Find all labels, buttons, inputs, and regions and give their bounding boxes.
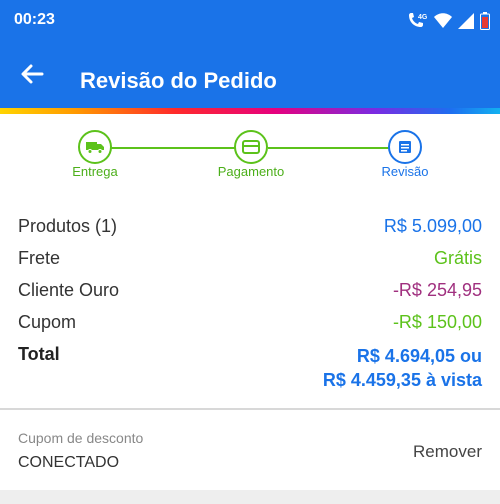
- coupon-code: CONECTADO: [18, 454, 120, 471]
- coupon-label: Cupom de desconto: [18, 430, 144, 446]
- step-label-revisao: Revisão: [381, 164, 429, 179]
- app-bar: Revisão do Pedido: [0, 42, 500, 108]
- wifi-icon: [434, 13, 452, 28]
- products-label: Produtos (1): [18, 216, 118, 236]
- status-time: 00:23: [14, 11, 55, 28]
- total-value: R$ 4.694,05 ou R$ 4.459,35 à vista: [323, 344, 482, 392]
- gold-label: Cliente Ouro: [18, 280, 120, 300]
- summary-row-shipping: Frete Grátis: [18, 248, 482, 272]
- card-icon: [242, 140, 260, 154]
- summary-row-products: Produtos (1) R$ 5.099,00: [18, 216, 482, 240]
- page-title: Revisão do Pedido: [80, 68, 277, 93]
- status-bar: 00:23 4G: [0, 0, 500, 42]
- shipping-value: Grátis: [433, 248, 482, 268]
- shipping-label: Frete: [18, 248, 61, 268]
- coupon-section: Cupom de desconto CONECTADO Remover: [0, 410, 500, 490]
- stepper-line-2: [268, 147, 390, 149]
- gold-discount-value: -R$ 254,95: [392, 280, 482, 300]
- total-installments: R$ 4.694,05 ou: [356, 346, 482, 366]
- step-entrega[interactable]: [78, 130, 112, 164]
- coupon-discount-value: -R$ 150,00: [392, 312, 482, 332]
- coupon-row-label: Cupom: [18, 312, 77, 332]
- step-revisao[interactable]: [388, 130, 422, 164]
- order-summary: Produtos (1) R$ 5.099,00 Frete Grátis Cl…: [0, 196, 500, 410]
- step-pagamento[interactable]: [234, 130, 268, 164]
- summary-row-gold: Cliente Ouro -R$ 254,95: [18, 280, 482, 304]
- arrow-left-icon[interactable]: [18, 60, 46, 88]
- volte-call-icon: 4G: [409, 13, 428, 27]
- summary-row-coupon: Cupom -R$ 150,00: [18, 312, 482, 336]
- step-label-entrega: Entrega: [72, 164, 118, 179]
- svg-text:4G: 4G: [418, 14, 428, 21]
- remove-coupon-button[interactable]: Remover: [413, 442, 482, 462]
- total-label: Total: [18, 344, 60, 364]
- step-label-pagamento: Pagamento: [217, 164, 285, 179]
- checkout-stepper: Entrega Pagamento Revisão: [0, 114, 500, 196]
- document-icon: [399, 141, 411, 153]
- summary-row-total: Total R$ 4.694,05 ou R$ 4.459,35 à vista: [18, 344, 482, 394]
- products-value: R$ 5.099,00: [383, 216, 482, 236]
- stepper-line-1: [110, 147, 236, 149]
- status-icons: 4G: [406, 11, 490, 31]
- total-cash: R$ 4.459,35 à vista: [322, 370, 482, 390]
- signal-icon: [458, 13, 474, 29]
- truck-icon: [86, 142, 104, 154]
- battery-icon: [480, 12, 490, 30]
